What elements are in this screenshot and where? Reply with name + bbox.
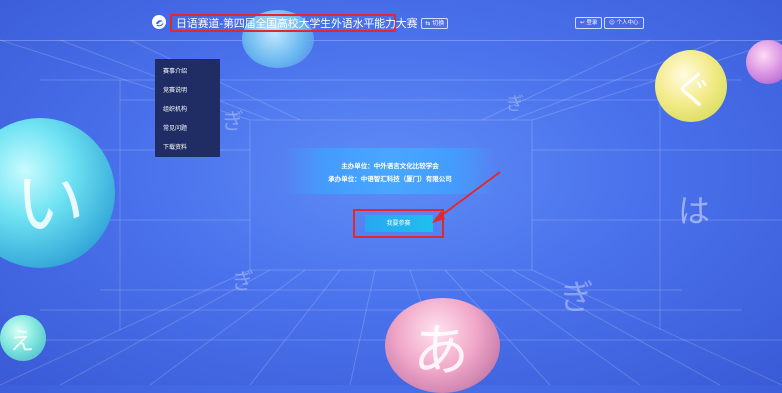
kana-bubble-a: あ	[385, 298, 500, 393]
login-label: 登录	[586, 20, 598, 26]
sponsor-info-band: 主办单位：中外语言文化比较学会 承办单位：中语智汇科技（厦门）有限公司	[285, 148, 495, 194]
personal-center-label: 个人中心	[616, 20, 639, 26]
bg-kana-gi: ぎ	[560, 278, 594, 318]
decor-bubble-pink	[746, 40, 782, 84]
app-logo-icon	[152, 15, 166, 29]
signup-button[interactable]: 我要参赛	[364, 215, 433, 232]
kana-glyph: ぐ	[673, 68, 713, 114]
menu-item-intro[interactable]: 赛事介绍	[155, 62, 220, 81]
page-title: 日语赛道-第四届全国高校大学生外语水平能力大赛	[176, 17, 418, 30]
switch-track-button[interactable]: ⇆ 切换	[421, 17, 449, 29]
menu-item-faq[interactable]: 常见问题	[155, 119, 220, 138]
bg-kana-gi: ぎ	[222, 110, 245, 135]
kana-glyph: い	[15, 163, 85, 245]
bg-kana-gi: ぎ	[506, 94, 524, 115]
menu-item-organization[interactable]: 组织机构	[155, 100, 220, 119]
header-divider	[0, 40, 782, 41]
side-menu: 赛事介绍 竞赛说明 组织机构 常见问题 下载资料	[155, 59, 220, 157]
sponsor-text: 主办单位：中外语言文化比较学会	[341, 161, 439, 170]
kana-glyph: え	[10, 327, 34, 355]
personal-center-button[interactable]: ☺ 个人中心	[604, 17, 644, 29]
login-button[interactable]: ↩ 登录	[575, 17, 603, 29]
menu-item-rules[interactable]: 竞赛说明	[155, 81, 220, 100]
bg-kana-ha: は	[678, 192, 711, 230]
organizer-text: 承办单位：中语智汇科技（厦门）有限公司	[328, 174, 452, 183]
kana-bubble-e: え	[0, 315, 46, 361]
menu-item-downloads[interactable]: 下载资料	[155, 138, 220, 157]
kana-glyph: あ	[413, 319, 469, 384]
bg-kana-gi: ぎ	[232, 270, 255, 295]
user-icon: ☺	[609, 20, 615, 26]
signup-highlight-box: 我要参赛	[353, 209, 444, 238]
kana-bubble-ku: ぐ	[655, 50, 727, 122]
title-highlight-box: 日语赛道-第四届全国高校大学生外语水平能力大赛 ⇆ 切换	[170, 14, 449, 32]
login-icon: ↩	[580, 20, 585, 26]
top-bar: 日语赛道-第四届全国高校大学生外语水平能力大赛 ⇆ 切换 ↩ 登录 ☺ 个人中心	[0, 0, 782, 40]
